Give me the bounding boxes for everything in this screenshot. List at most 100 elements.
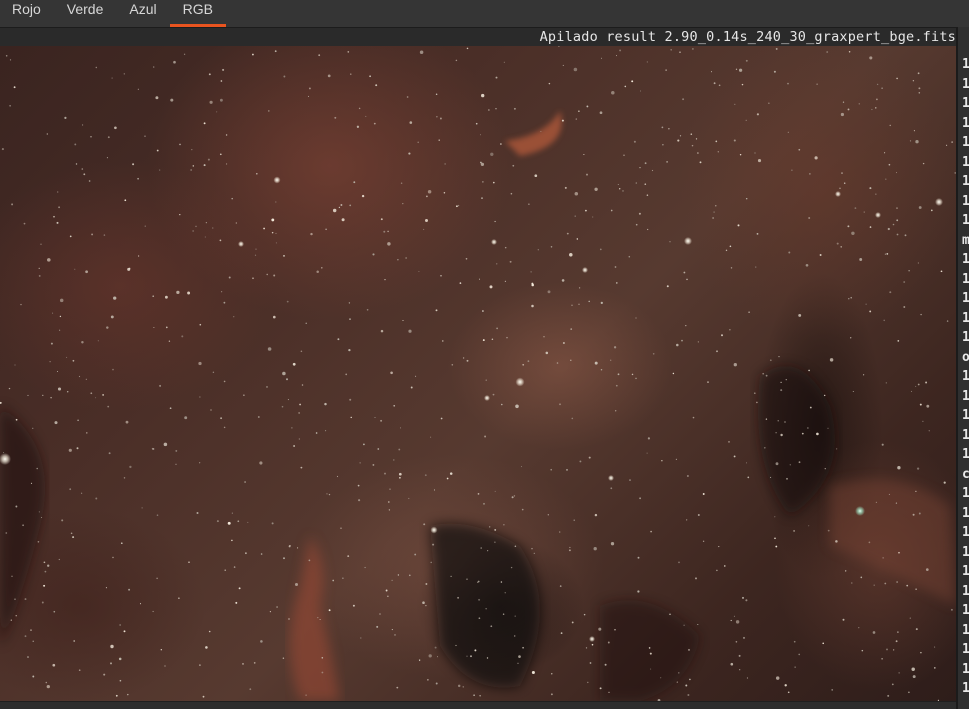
star bbox=[835, 540, 838, 543]
star bbox=[897, 466, 901, 470]
star bbox=[365, 115, 367, 117]
star bbox=[383, 230, 386, 233]
star bbox=[586, 105, 589, 108]
star bbox=[560, 632, 563, 634]
star bbox=[209, 100, 213, 104]
star bbox=[393, 404, 396, 407]
star bbox=[836, 242, 839, 245]
star bbox=[506, 336, 508, 339]
star bbox=[943, 481, 946, 484]
star bbox=[885, 178, 887, 180]
star bbox=[388, 509, 391, 511]
star bbox=[599, 248, 602, 251]
horizontal-scrollbar[interactable] bbox=[0, 701, 956, 709]
star bbox=[179, 143, 181, 146]
star bbox=[869, 310, 872, 313]
star bbox=[446, 477, 449, 480]
star bbox=[300, 350, 303, 353]
star bbox=[551, 673, 553, 675]
star bbox=[43, 584, 46, 587]
star bbox=[204, 236, 206, 238]
star bbox=[788, 251, 791, 254]
star bbox=[198, 361, 202, 366]
star bbox=[470, 655, 472, 658]
star bbox=[207, 158, 210, 161]
star bbox=[922, 420, 924, 422]
star bbox=[125, 420, 129, 424]
star bbox=[46, 684, 50, 689]
star bbox=[793, 640, 796, 643]
star bbox=[231, 197, 233, 200]
star bbox=[165, 326, 168, 329]
star bbox=[373, 122, 376, 125]
star bbox=[443, 192, 446, 194]
star bbox=[317, 616, 319, 619]
star bbox=[896, 172, 897, 174]
star bbox=[777, 420, 779, 422]
tab-rgb[interactable]: RGB bbox=[169, 0, 227, 27]
star bbox=[753, 392, 756, 395]
console-log-line: 1 bbox=[962, 427, 969, 443]
star bbox=[223, 426, 226, 429]
nebula-image bbox=[0, 46, 956, 701]
star bbox=[725, 249, 728, 252]
star bbox=[23, 222, 26, 225]
tab-rojo[interactable]: Rojo bbox=[0, 0, 54, 27]
console-log-line: 1 bbox=[962, 213, 969, 228]
star bbox=[747, 476, 750, 479]
star bbox=[668, 128, 670, 130]
star bbox=[155, 96, 159, 100]
star bbox=[389, 488, 391, 490]
star bbox=[36, 467, 38, 470]
star bbox=[872, 631, 876, 634]
star bbox=[531, 670, 535, 675]
star bbox=[697, 514, 700, 516]
star bbox=[334, 116, 337, 119]
star bbox=[118, 657, 122, 661]
star bbox=[106, 326, 109, 329]
star bbox=[82, 124, 84, 126]
star bbox=[540, 130, 542, 133]
star bbox=[915, 628, 918, 631]
star bbox=[615, 55, 618, 57]
star bbox=[40, 243, 42, 245]
star bbox=[210, 409, 212, 411]
star bbox=[871, 108, 873, 111]
star bbox=[364, 566, 366, 569]
star bbox=[648, 647, 651, 649]
star bbox=[208, 630, 211, 633]
star bbox=[315, 432, 318, 434]
star bbox=[691, 47, 694, 50]
star bbox=[682, 98, 685, 101]
tab-verde[interactable]: Verde bbox=[54, 0, 117, 27]
star bbox=[946, 144, 948, 146]
star bbox=[376, 625, 379, 628]
star bbox=[729, 329, 731, 331]
star bbox=[435, 309, 438, 312]
star bbox=[342, 577, 344, 579]
star bbox=[358, 107, 361, 110]
image-viewport[interactable] bbox=[0, 46, 956, 701]
star bbox=[300, 466, 303, 469]
bright-star bbox=[684, 237, 692, 245]
tab-azul[interactable]: Azul bbox=[116, 0, 169, 27]
star bbox=[934, 646, 936, 648]
star bbox=[457, 204, 460, 207]
star bbox=[112, 368, 114, 371]
star bbox=[283, 557, 285, 560]
star bbox=[860, 576, 863, 579]
star bbox=[569, 546, 571, 548]
star bbox=[450, 575, 452, 578]
star bbox=[583, 613, 586, 616]
star bbox=[875, 98, 878, 101]
star bbox=[710, 71, 713, 73]
star bbox=[793, 529, 796, 532]
star bbox=[573, 519, 575, 521]
star bbox=[638, 212, 641, 215]
star bbox=[310, 232, 313, 236]
star bbox=[425, 604, 427, 607]
star bbox=[610, 209, 613, 212]
star bbox=[184, 416, 188, 420]
star bbox=[165, 295, 168, 299]
star bbox=[685, 324, 687, 327]
